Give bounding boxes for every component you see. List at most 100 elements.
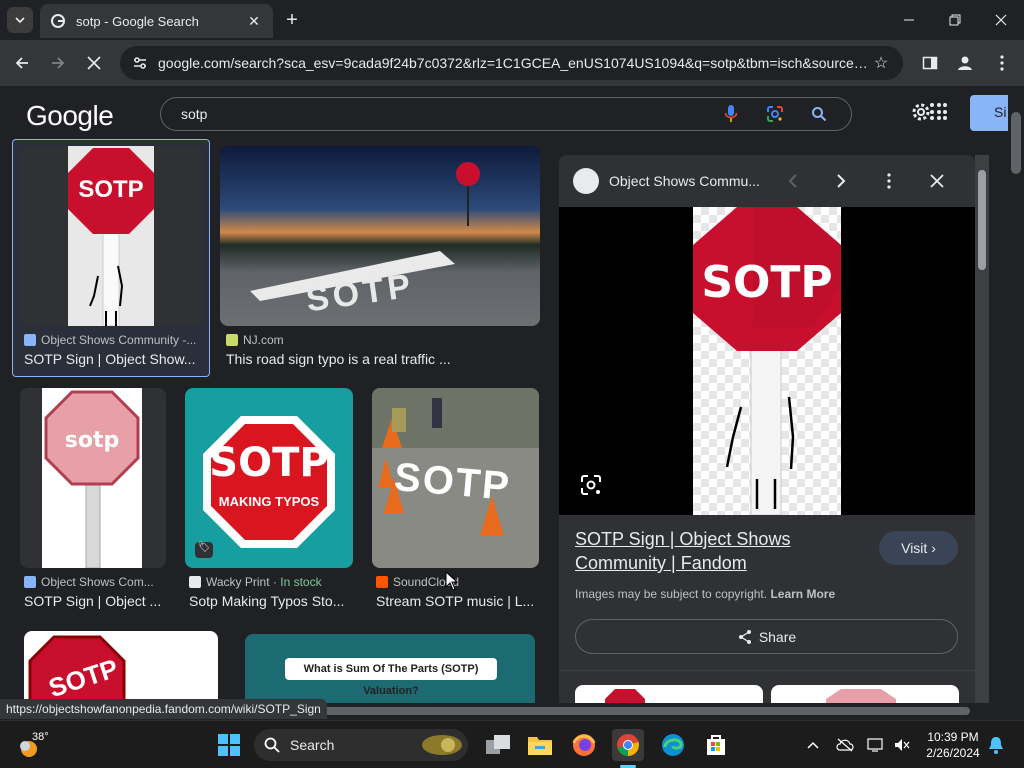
browser-tab[interactable]: sotp - Google Search ✕ bbox=[40, 4, 273, 38]
chrome-button[interactable] bbox=[612, 729, 644, 761]
chevron-left-icon bbox=[788, 174, 797, 188]
result-caption-5[interactable]: Stream SOTP music | L... bbox=[376, 593, 539, 609]
close-preview-button[interactable] bbox=[923, 167, 951, 195]
result-thumbnail-7[interactable]: What is Sum Of The Parts (SOTP) Valuatio… bbox=[245, 634, 535, 704]
result-thumbnail-6[interactable]: SOTP bbox=[24, 631, 218, 704]
google-apps-icon[interactable] bbox=[930, 103, 948, 121]
back-button[interactable] bbox=[10, 51, 34, 75]
clock-time: 10:39 PM bbox=[927, 730, 979, 744]
search-highlight-icon bbox=[422, 735, 462, 755]
profile-button[interactable] bbox=[953, 51, 977, 75]
search-box[interactable] bbox=[160, 97, 852, 131]
system-clock[interactable]: 10:39 PM 2/26/2024 bbox=[925, 729, 981, 761]
lens-search-button[interactable] bbox=[763, 102, 787, 126]
result-thumbnail-1[interactable]: SOTP bbox=[20, 146, 202, 326]
title-bar: sotp - Google Search ✕ + bbox=[0, 0, 1024, 40]
restore-icon bbox=[949, 14, 961, 26]
voice-search-button[interactable] bbox=[719, 102, 743, 126]
microsoft-store-button[interactable] bbox=[700, 729, 732, 761]
network-icon[interactable] bbox=[866, 735, 886, 755]
task-view-icon bbox=[486, 735, 510, 754]
bookmark-star-icon[interactable]: ☆ bbox=[871, 53, 891, 73]
previous-result-button[interactable] bbox=[779, 167, 807, 195]
result-source-3[interactable]: Object Shows Com... bbox=[24, 575, 166, 589]
soundcloud-favicon-icon bbox=[376, 576, 388, 588]
close-icon bbox=[930, 174, 944, 188]
google-logo[interactable]: Google bbox=[26, 100, 114, 132]
google-lens-icon[interactable] bbox=[579, 473, 603, 497]
preview-source[interactable]: Object Shows Commu... bbox=[609, 173, 769, 189]
preview-scrollbar[interactable] bbox=[975, 155, 989, 704]
preview-more-button[interactable] bbox=[875, 167, 903, 195]
visit-button[interactable]: Visit › bbox=[879, 531, 958, 565]
minimize-button[interactable] bbox=[886, 6, 932, 34]
site-settings-icon[interactable] bbox=[132, 55, 148, 71]
result-thumbnail-2[interactable]: SOTP bbox=[220, 146, 540, 326]
result-caption-2[interactable]: This road sign typo is a real traffic ..… bbox=[226, 351, 526, 367]
panel-divider bbox=[559, 670, 975, 671]
restore-button[interactable] bbox=[932, 6, 978, 34]
result-caption-3[interactable]: SOTP Sign | Object ... bbox=[24, 593, 166, 609]
result-thumbnail-text-1: SOTP bbox=[78, 176, 144, 203]
object-shows-favicon-icon bbox=[24, 334, 36, 346]
learn-more-link[interactable]: Learn More bbox=[770, 587, 835, 601]
search-icon bbox=[812, 107, 827, 122]
task-view-button[interactable] bbox=[482, 729, 514, 761]
wacky-print-favicon-icon bbox=[189, 576, 201, 588]
search-submit-button[interactable] bbox=[807, 102, 831, 126]
taskbar-search[interactable]: Search bbox=[254, 729, 468, 761]
result-thumbnail-4[interactable]: SOTP MAKING TYPOS 🏷 bbox=[185, 388, 353, 568]
close-tab-icon[interactable]: ✕ bbox=[245, 13, 263, 30]
ethernet-icon bbox=[867, 738, 883, 752]
file-explorer-button[interactable] bbox=[524, 729, 556, 761]
result-caption-1[interactable]: SOTP Sign | Object Show... bbox=[24, 351, 202, 367]
result-thumbnail-text-3: sotp bbox=[64, 428, 120, 453]
stop-sign-image bbox=[605, 689, 645, 704]
copyright-text: Images may be subject to copyright. bbox=[575, 587, 768, 601]
volume-icon[interactable] bbox=[892, 735, 912, 755]
forward-button[interactable] bbox=[46, 51, 70, 75]
preview-scrollbar-thumb[interactable] bbox=[978, 170, 986, 270]
address-bar[interactable]: google.com/search?sca_esv=9cada9f24b7c03… bbox=[120, 46, 903, 80]
tab-search-button[interactable] bbox=[7, 7, 33, 33]
preview-header: Object Shows Commu... bbox=[559, 155, 975, 207]
settings-gear-icon[interactable] bbox=[910, 101, 932, 123]
windows-taskbar: 38° Search 10:39 PM 2/26/2024 bbox=[0, 720, 1024, 768]
edge-button[interactable] bbox=[657, 729, 689, 761]
result-thumbnail-5[interactable]: SOTP bbox=[372, 388, 539, 568]
share-button[interactable]: Share bbox=[575, 619, 958, 654]
close-window-button[interactable] bbox=[978, 6, 1024, 34]
stop-loading-button[interactable] bbox=[82, 51, 106, 75]
result-source-2[interactable]: NJ.com bbox=[226, 333, 526, 347]
page-scrollbar-thumb[interactable] bbox=[1011, 112, 1021, 174]
result-caption-4[interactable]: Sotp Making Typos Sto... bbox=[189, 593, 353, 609]
page-scrollbar[interactable] bbox=[1008, 86, 1024, 704]
new-tab-button[interactable]: + bbox=[283, 8, 301, 32]
side-panel-button[interactable] bbox=[918, 51, 942, 75]
url-text[interactable]: google.com/search?sca_esv=9cada9f24b7c03… bbox=[158, 55, 871, 71]
minimize-icon bbox=[904, 19, 914, 21]
start-button[interactable] bbox=[213, 729, 245, 761]
result-thumbnail-3[interactable]: sotp bbox=[20, 388, 166, 568]
mouse-cursor-icon bbox=[445, 571, 459, 591]
preview-title-link[interactable]: SOTP Sign | Object Shows Community | Fan… bbox=[575, 527, 855, 575]
search-input[interactable] bbox=[181, 106, 699, 122]
search-icon bbox=[264, 737, 280, 753]
close-icon bbox=[995, 14, 1007, 26]
result-source-1[interactable]: Object Shows Community -... bbox=[24, 333, 202, 347]
notifications-button[interactable] bbox=[986, 735, 1006, 755]
visit-button-label: Visit bbox=[901, 540, 928, 556]
next-result-button[interactable] bbox=[827, 167, 855, 195]
result-source-label-2: NJ.com bbox=[243, 333, 284, 347]
google-favicon-icon bbox=[51, 14, 65, 28]
cloud-icon[interactable] bbox=[835, 735, 855, 755]
weather-widget[interactable]: 38° bbox=[18, 731, 58, 759]
tray-overflow-button[interactable] bbox=[803, 735, 823, 755]
related-image-1[interactable] bbox=[575, 685, 763, 704]
result-source-4[interactable]: Wacky Print · In stock bbox=[189, 575, 353, 589]
related-image-2[interactable] bbox=[771, 685, 959, 704]
firefox-button[interactable] bbox=[568, 729, 600, 761]
in-stock-label: In stock bbox=[280, 575, 322, 589]
preview-image[interactable]: SOTP bbox=[559, 207, 975, 515]
chrome-menu-button[interactable] bbox=[990, 51, 1014, 75]
